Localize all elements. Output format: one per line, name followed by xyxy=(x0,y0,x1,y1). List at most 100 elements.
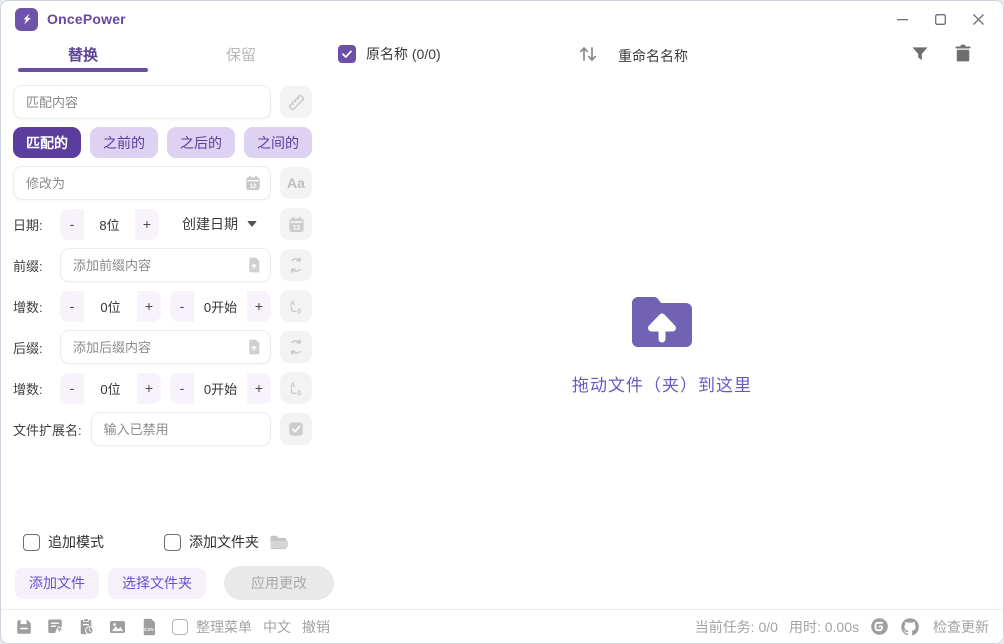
inc1-start-increase[interactable]: + xyxy=(247,291,271,322)
select-all-checkbox[interactable] xyxy=(338,45,356,63)
inc1-start-value: 0开始 xyxy=(194,290,247,322)
undo-button[interactable]: 撤销 xyxy=(302,617,330,637)
organize-menu-group: 整理菜单 xyxy=(172,617,252,637)
date-type-select[interactable]: 创建日期 xyxy=(168,214,271,234)
mode-matched-button[interactable]: 匹配的 xyxy=(13,127,81,158)
clipboard-history-icon[interactable] xyxy=(77,618,95,636)
apply-changes-button[interactable]: 应用更改 xyxy=(224,566,334,600)
extension-toggle-button[interactable] xyxy=(280,413,312,445)
date-digits-increase[interactable]: + xyxy=(135,209,159,240)
date-digits-stepper: - 8位 + xyxy=(60,208,159,240)
image-icon[interactable] xyxy=(108,618,127,636)
prefix-input-wrap xyxy=(60,248,271,282)
sort-button[interactable] xyxy=(577,43,599,70)
prefix-loop-button[interactable] xyxy=(280,249,312,281)
drop-zone-text: 拖动文件（夹）到这里 xyxy=(572,375,752,395)
inc2-digits-increase[interactable]: + xyxy=(137,373,161,404)
mode-between-button[interactable]: 之间的 xyxy=(244,127,312,158)
sequence-a0-icon: A 0 xyxy=(290,380,301,397)
inc1-digits-decrease[interactable]: - xyxy=(60,291,84,322)
rename-settings-panel: 匹配的 之前的 之后的 之间的 12 Aa xyxy=(13,85,312,446)
prefix-file-button[interactable] xyxy=(246,257,262,274)
footer-options: 追加模式 添加文件夹 xyxy=(23,532,313,552)
maximize-icon xyxy=(934,13,946,25)
file-drop-zone[interactable]: 拖动文件（夹）到这里 xyxy=(331,85,993,603)
suffix-file-button[interactable] xyxy=(246,339,262,356)
extension-label: 文件扩展名: xyxy=(13,422,82,438)
match-row xyxy=(13,85,312,119)
inc2-digits-stepper: - 0位 + xyxy=(60,372,161,404)
match-input[interactable] xyxy=(13,85,271,119)
close-icon xyxy=(972,13,984,25)
mode-after-button[interactable]: 之后的 xyxy=(167,127,235,158)
rename-column-label: 重命名名称 xyxy=(618,48,688,64)
calendar-icon: 12 xyxy=(288,216,304,232)
add-folder-group: 添加文件夹 xyxy=(164,532,288,552)
gitee-icon[interactable] xyxy=(870,617,889,636)
edit-list-icon[interactable] xyxy=(46,618,64,636)
append-mode-checkbox[interactable] xyxy=(23,533,40,551)
inc2-sequence-button[interactable]: A 0 xyxy=(280,372,312,404)
prefix-label: 前缀: xyxy=(13,258,43,274)
file-upload-icon xyxy=(249,257,260,273)
date-calendar-button[interactable]: 12 xyxy=(280,208,312,240)
app-title: OncePower xyxy=(47,11,126,27)
extension-input[interactable] xyxy=(90,412,271,446)
inc1-digits-increase[interactable]: + xyxy=(137,291,161,322)
date-digits-value: 8位 xyxy=(84,208,135,240)
csv-file-icon[interactable]: CSV xyxy=(140,618,158,636)
close-button[interactable] xyxy=(959,1,997,37)
footer-actions: 添加文件 选择文件夹 应用更改 xyxy=(15,566,334,600)
tab-keep[interactable]: 保留 xyxy=(176,39,306,69)
add-folder-checkbox[interactable] xyxy=(164,533,181,551)
mode-before-button[interactable]: 之前的 xyxy=(90,127,158,158)
language-toggle[interactable]: 中文 xyxy=(263,617,291,637)
suffix-label: 后缀: xyxy=(13,340,43,356)
file-upload-icon xyxy=(249,339,260,355)
status-right: 当前任务: 0/0 用时: 0.00s 检查更新 xyxy=(695,617,989,637)
organize-menu-checkbox[interactable] xyxy=(172,618,188,635)
svg-text:A: A xyxy=(290,298,296,307)
tab-replace[interactable]: 替换 xyxy=(18,39,148,72)
date-type-value: 创建日期 xyxy=(182,216,238,232)
suffix-row: 后缀: xyxy=(13,330,312,364)
refresh-loop-icon xyxy=(291,257,301,273)
inc2-start-decrease[interactable]: - xyxy=(170,373,194,404)
prefix-row: 前缀: xyxy=(13,248,312,282)
add-files-button[interactable]: 添加文件 xyxy=(15,567,99,599)
window-controls xyxy=(883,1,997,37)
replace-input[interactable] xyxy=(13,166,271,200)
filter-button[interactable] xyxy=(910,44,930,69)
append-mode-label: 追加模式 xyxy=(48,534,104,550)
check-icon xyxy=(342,50,352,58)
save-icon[interactable] xyxy=(15,618,33,636)
checkbox-checked-icon xyxy=(289,422,303,436)
replace-row: 12 Aa xyxy=(13,166,312,200)
folder-upload-icon xyxy=(632,296,692,347)
delete-button[interactable] xyxy=(953,43,973,69)
check-update-link[interactable]: 检查更新 xyxy=(933,617,989,637)
increment-row-1: 增数: - 0位 + - 0开始 + A 0 xyxy=(13,290,312,322)
inc1-start-decrease[interactable]: - xyxy=(170,291,194,322)
date-digits-decrease[interactable]: - xyxy=(60,209,84,240)
inc2-start-increase[interactable]: + xyxy=(247,373,271,404)
ruler-icon xyxy=(288,94,304,110)
inc2-digits-decrease[interactable]: - xyxy=(60,373,84,404)
github-icon[interactable] xyxy=(900,617,920,637)
choose-folder-button[interactable]: 选择文件夹 xyxy=(108,567,206,599)
minimize-button[interactable] xyxy=(883,1,921,37)
letter-case-button[interactable]: Aa xyxy=(280,167,312,199)
app-window: OncePower 替换 保留 原名称 (0/0) 重命名名称 匹配内容 匹配的… xyxy=(0,0,1004,644)
original-name-label: 原名称 (0/0) xyxy=(366,46,441,62)
extension-row: 文件扩展名: xyxy=(13,412,312,446)
insert-date-button[interactable]: 12 xyxy=(244,174,262,192)
status-bar: CSV 整理菜单 中文 撤销 当前任务: 0/0 用时: 0.00s 检查更新 xyxy=(1,609,1003,643)
suffix-loop-button[interactable] xyxy=(280,331,312,363)
suffix-input[interactable] xyxy=(60,330,271,364)
prefix-input[interactable] xyxy=(60,248,271,282)
increment-label: 增数: xyxy=(13,381,43,397)
inc1-sequence-button[interactable]: A 0 xyxy=(280,290,312,322)
svg-text:CSV: CSV xyxy=(144,626,155,632)
maximize-button[interactable] xyxy=(921,1,959,37)
ruler-button[interactable] xyxy=(280,86,312,118)
